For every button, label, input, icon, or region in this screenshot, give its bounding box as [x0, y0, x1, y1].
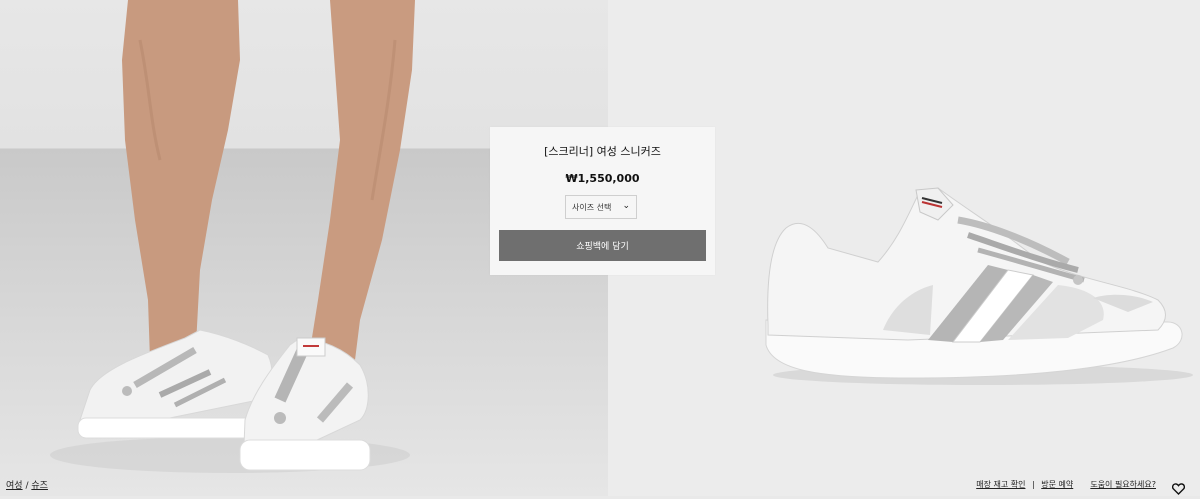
footer-links: 매장 재고 확인 | 방문 예약 도움이 필요하세요?: [976, 479, 1156, 490]
size-select[interactable]: 사이즈 선택 ⌄: [565, 195, 637, 219]
breadcrumb: 여성 / 슈즈: [6, 478, 48, 491]
footer-divider: |: [1032, 480, 1035, 489]
size-select-label: 사이즈 선택: [572, 202, 612, 212]
stock-check-link[interactable]: 매장 재고 확인: [976, 480, 1025, 489]
help-link[interactable]: 도움이 필요하세요?: [1090, 480, 1156, 489]
product-info-panel: [스크리너] 여성 스니커즈 ₩1,550,000 사이즈 선택 ⌄ 쇼핑백에 …: [490, 127, 715, 275]
breadcrumb-separator: /: [25, 481, 29, 491]
visit-booking-link[interactable]: 방문 예약: [1041, 480, 1073, 489]
breadcrumb-women[interactable]: 여성: [6, 481, 23, 491]
product-title: [스크리너] 여성 스니커즈: [544, 145, 661, 158]
heart-icon[interactable]: [1171, 480, 1186, 499]
chevron-down-icon: ⌄: [622, 201, 630, 211]
product-price: ₩1,550,000: [565, 172, 640, 185]
add-to-bag-button[interactable]: 쇼핑백에 담기: [499, 230, 706, 261]
breadcrumb-shoes[interactable]: 슈즈: [31, 481, 48, 491]
